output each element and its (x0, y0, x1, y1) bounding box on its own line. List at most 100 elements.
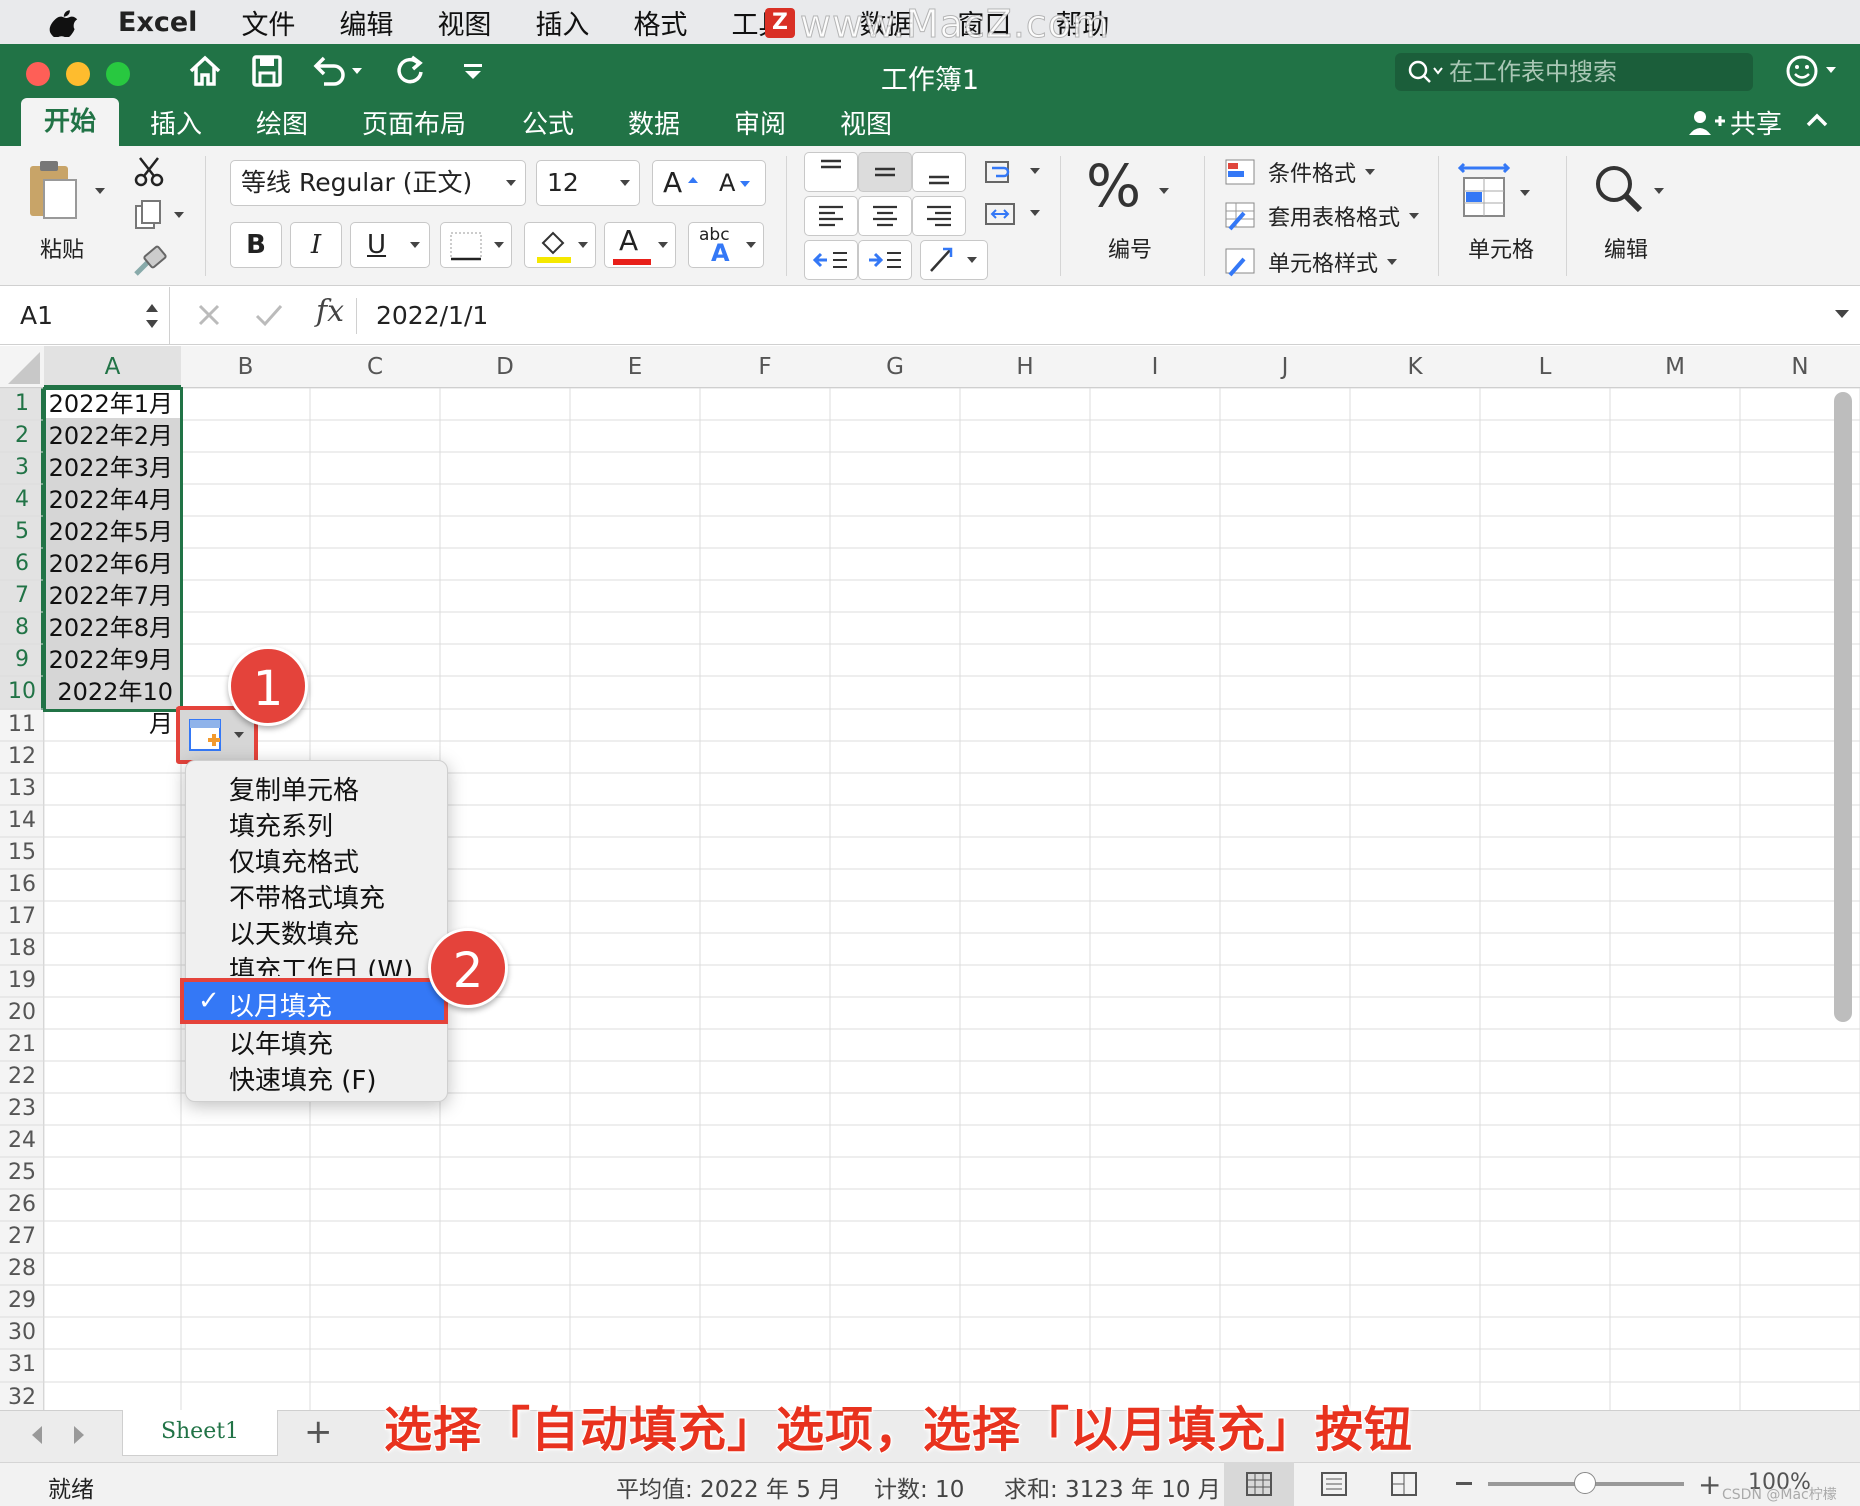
name-box[interactable]: A1 (0, 287, 170, 345)
name-box-stepper-icon[interactable] (144, 301, 160, 331)
menu-item-flash-fill[interactable]: 快速填充 (F) (229, 1060, 377, 1097)
row-header[interactable]: 29 (0, 1285, 44, 1317)
share-button[interactable]: 共享 (1688, 104, 1782, 141)
expand-formula-bar-icon[interactable] (1834, 308, 1850, 320)
menubar-app-name[interactable]: Excel (118, 7, 197, 38)
select-all-corner[interactable] (0, 346, 44, 388)
row-header[interactable]: 7 (0, 580, 44, 612)
column-header-i[interactable]: I (1090, 346, 1220, 388)
row-header[interactable]: 23 (0, 1093, 44, 1125)
menu-item-fill-weekdays[interactable]: 填充工作日 (W) (229, 950, 413, 976)
align-right-button[interactable] (912, 196, 966, 236)
zoom-out-button[interactable] (1456, 1482, 1472, 1485)
column-header-j[interactable]: J (1220, 346, 1350, 388)
merge-center-icon[interactable] (984, 200, 1044, 230)
decrease-indent-button[interactable] (804, 240, 858, 280)
row-header[interactable]: 11 (0, 709, 44, 741)
prev-sheet-icon[interactable] (28, 1424, 44, 1446)
row-header[interactable]: 16 (0, 869, 44, 901)
row-header[interactable]: 13 (0, 773, 44, 805)
orientation-button[interactable] (920, 240, 988, 280)
format-as-table-button[interactable]: 套用表格格式 (1224, 200, 1420, 232)
align-center-button[interactable] (858, 196, 912, 236)
cell-styles-button[interactable]: 单元格样式 (1224, 246, 1398, 278)
page-break-view-icon[interactable] (1390, 1472, 1418, 1496)
insert-function-icon[interactable]: fx (316, 294, 344, 329)
column-header-c[interactable]: C (310, 346, 440, 388)
tab-data[interactable]: 数据 (628, 104, 680, 141)
column-header-d[interactable]: D (440, 346, 570, 388)
tab-home[interactable]: 开始 (21, 98, 119, 146)
column-header-g[interactable]: G (830, 346, 960, 388)
row-header[interactable]: 19 (0, 965, 44, 997)
font-grow-button[interactable]: A A (652, 160, 766, 206)
normal-view-button[interactable] (1224, 1462, 1294, 1506)
formula-input[interactable]: 2022/1/1 (376, 287, 488, 345)
row-header[interactable]: 5 (0, 516, 44, 548)
menu-item-fill-series[interactable]: 填充系列 (229, 806, 333, 843)
font-size-select[interactable]: 12 (536, 160, 640, 206)
paste-icon[interactable] (26, 158, 82, 222)
align-top-button[interactable] (804, 152, 858, 192)
tab-draw[interactable]: 绘图 (256, 104, 308, 141)
bold-button[interactable]: B (230, 222, 282, 268)
menu-file[interactable]: 文件 (241, 3, 295, 42)
next-sheet-icon[interactable] (72, 1424, 88, 1446)
row-header[interactable]: 26 (0, 1189, 44, 1221)
cells-icon[interactable] (1456, 160, 1536, 222)
column-header-e[interactable]: E (570, 346, 700, 388)
menu-item-copy-cells[interactable]: 复制单元格 (229, 770, 359, 807)
align-bottom-button[interactable] (912, 152, 966, 192)
zoom-slider-thumb[interactable] (1574, 1472, 1596, 1494)
phonetic-button[interactable]: abc A (688, 222, 764, 268)
row-header[interactable]: 18 (0, 933, 44, 965)
row-header[interactable]: 30 (0, 1317, 44, 1349)
tab-insert[interactable]: 插入 (150, 104, 202, 141)
tab-view[interactable]: 视图 (840, 104, 892, 141)
row-header[interactable]: 14 (0, 805, 44, 837)
menu-item-fill-years[interactable]: 以年填充 (229, 1024, 333, 1061)
borders-button[interactable] (440, 222, 512, 268)
menu-edit[interactable]: 编辑 (339, 3, 393, 42)
tab-page-layout[interactable]: 页面布局 (362, 104, 466, 141)
row-header[interactable]: 9 (0, 644, 44, 676)
column-header-m[interactable]: M (1610, 346, 1740, 388)
menu-view[interactable]: 视图 (437, 3, 491, 42)
paste-dropdown-icon[interactable] (94, 186, 106, 196)
copy-icon[interactable] (132, 198, 184, 232)
menu-item-fill-without-formatting[interactable]: 不带格式填充 (229, 878, 385, 915)
fill-color-button[interactable] (524, 222, 596, 268)
menu-item-fill-days[interactable]: 以天数填充 (229, 914, 359, 951)
row-header[interactable]: 15 (0, 837, 44, 869)
cancel-entry-icon[interactable] (196, 302, 222, 328)
confirm-entry-icon[interactable] (254, 302, 284, 328)
row-header[interactable]: 22 (0, 1061, 44, 1093)
format-painter-icon[interactable] (132, 244, 168, 278)
row-header[interactable]: 3 (0, 452, 44, 484)
menu-format[interactable]: 格式 (633, 3, 687, 42)
font-color-button[interactable]: A (604, 222, 676, 268)
row-header[interactable]: 10 (0, 676, 44, 708)
wrap-text-icon[interactable] (984, 158, 1044, 188)
add-sheet-button[interactable]: + (304, 1412, 333, 1452)
vertical-scrollbar[interactable] (1834, 392, 1852, 1022)
smiley-feedback-icon[interactable] (1784, 53, 1840, 89)
row-header[interactable]: 8 (0, 612, 44, 644)
underline-button[interactable]: U (350, 222, 430, 268)
row-header[interactable]: 31 (0, 1349, 44, 1381)
cut-icon[interactable] (132, 154, 166, 188)
page-layout-view-icon[interactable] (1320, 1472, 1348, 1496)
row-header[interactable]: 21 (0, 1029, 44, 1061)
row-header[interactable]: 27 (0, 1221, 44, 1253)
menu-item-fill-formatting-only[interactable]: 仅填充格式 (229, 842, 359, 879)
row-header[interactable]: 17 (0, 901, 44, 933)
row-header[interactable]: 12 (0, 741, 44, 773)
row-header[interactable]: 6 (0, 548, 44, 580)
row-header[interactable]: 24 (0, 1125, 44, 1157)
collapse-ribbon-icon[interactable] (1806, 112, 1828, 128)
row-header[interactable]: 28 (0, 1253, 44, 1285)
column-header-n[interactable]: N (1740, 346, 1860, 388)
conditional-format-button[interactable]: 条件格式 (1224, 156, 1376, 188)
column-header-k[interactable]: K (1350, 346, 1480, 388)
font-name-select[interactable]: 等线 Regular (正文) (230, 160, 526, 206)
